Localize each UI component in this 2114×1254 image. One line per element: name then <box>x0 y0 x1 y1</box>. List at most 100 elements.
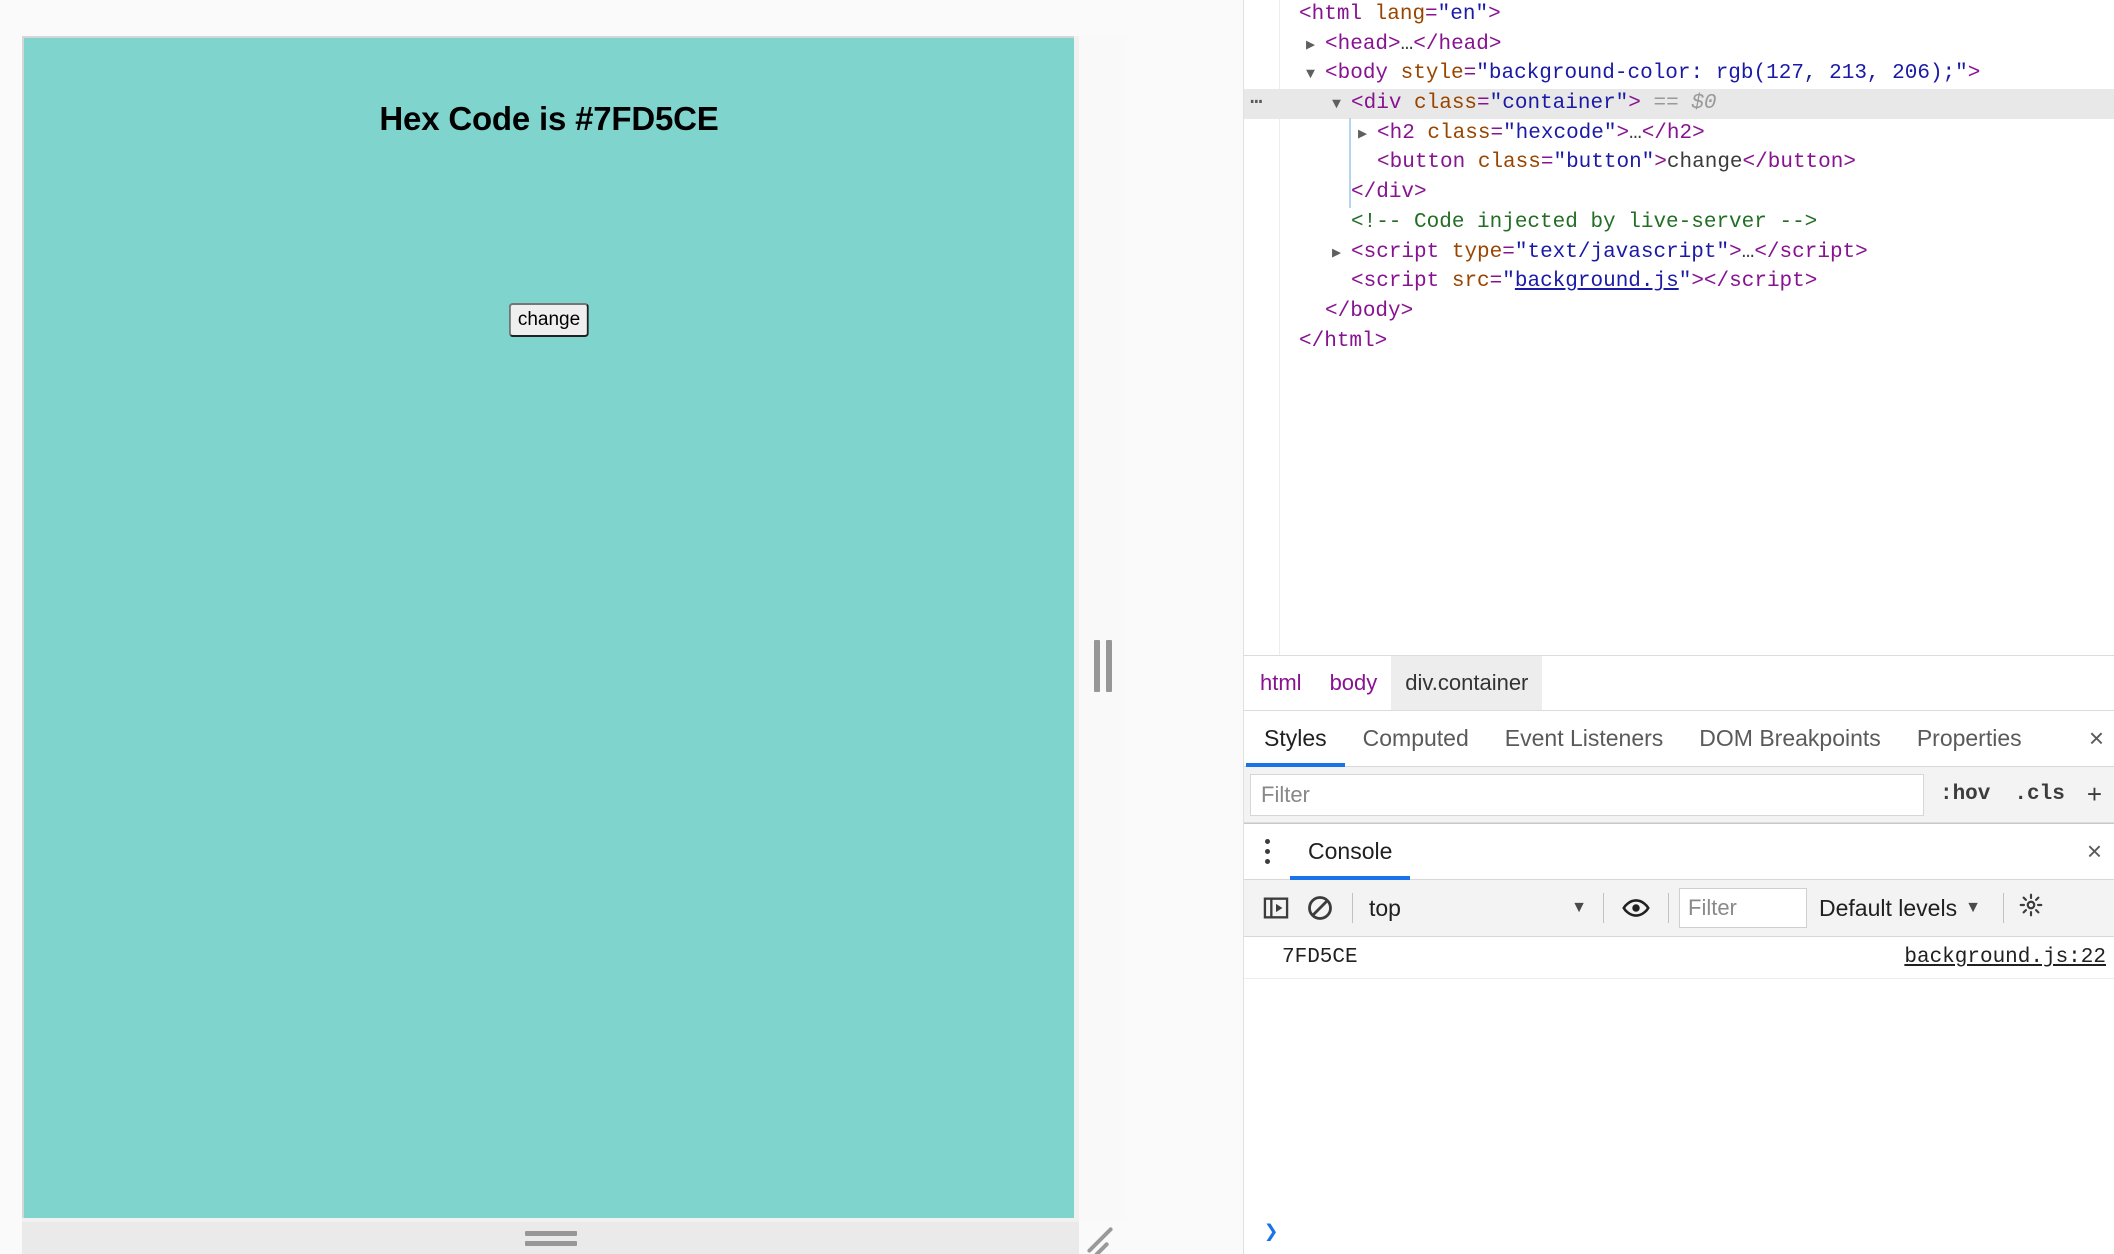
dom-token-tag: body <box>1350 299 1401 323</box>
twisty-collapsed-icon[interactable]: ▶ <box>1358 120 1377 150</box>
twisty-placeholder <box>1332 268 1351 298</box>
dom-token-attr: src <box>1439 270 1490 294</box>
dom-token-punc: </ <box>1351 181 1377 205</box>
twisty-collapsed-icon[interactable]: ▶ <box>1306 31 1325 61</box>
dom-token-punc: < <box>1377 121 1390 145</box>
hov-toggle-button[interactable]: :hov <box>1932 783 1998 806</box>
tab-event-listeners[interactable]: Event Listeners <box>1487 711 1682 766</box>
dom-token-tag: body <box>1337 62 1389 86</box>
sidebar-close-icon[interactable]: × <box>2079 711 2114 766</box>
dom-token-punc: > <box>1804 270 1818 294</box>
dom-token-tag: html <box>1324 329 1375 353</box>
dom-token-punc: = <box>1490 121 1504 145</box>
dom-token-punc: > <box>1616 121 1630 145</box>
dom-tree-row-html-open[interactable]: <html lang="en"> <box>1244 0 2114 30</box>
console-context-select[interactable]: top ▼ <box>1363 895 1593 922</box>
breadcrumb-item-html[interactable]: html <box>1246 656 1316 710</box>
console-message-source-link[interactable]: background.js:22 <box>1904 946 2106 969</box>
elements-dom-tree[interactable]: <html lang="en"> ▶ <head>…</head> ▼ <body st… <box>1244 0 2114 655</box>
twisty-placeholder <box>1280 328 1299 358</box>
dom-tree-row-comment[interactable]: <!-- Code injected by live-server --> <box>1244 208 2114 238</box>
dom-token-val: "text/javascript" <box>1514 240 1730 264</box>
dom-token-attr: class <box>1401 92 1478 116</box>
console-sidebar-icon[interactable] <box>1254 886 1298 930</box>
twisty-placeholder <box>1280 1 1299 31</box>
viewport-corner-resizer[interactable] <box>1079 1222 1127 1254</box>
console-message-list: 7FD5CE background.js:22 <box>1244 937 2114 1210</box>
dom-token-tag: script <box>1779 240 1856 264</box>
toolbar-separator <box>1668 893 1669 923</box>
dom-token-punc: < <box>1325 32 1338 56</box>
console-filter-input[interactable] <box>1679 888 1807 928</box>
dom-token-tag: button <box>1389 151 1466 175</box>
dom-token-val: "button" <box>1553 151 1655 175</box>
dom-token-punc: > <box>1654 151 1667 175</box>
dom-tree-row-button[interactable]: <button class="button">change</button> <box>1244 148 2114 178</box>
vertical-resizer-grip[interactable] <box>1094 640 1112 692</box>
tab-styles[interactable]: Styles <box>1246 711 1345 767</box>
tab-properties[interactable]: Properties <box>1899 711 2040 766</box>
eye-icon[interactable] <box>1614 886 1658 930</box>
dom-token-punc: > <box>1400 299 1414 323</box>
viewport-width-resizer[interactable] <box>1079 36 1127 1222</box>
dom-token-punc: </ <box>1754 240 1780 264</box>
dom-token-punc: > <box>1488 32 1502 56</box>
dom-token-tag: script <box>1729 270 1805 294</box>
twisty-expanded-icon[interactable]: ▼ <box>1332 90 1351 120</box>
page-content: Hex Code is #7FD5CE change <box>24 38 1074 1218</box>
gear-icon[interactable] <box>2014 892 2048 925</box>
toolbar-separator <box>1603 893 1604 923</box>
dom-token-punc: < <box>1377 151 1390 175</box>
dom-tree-row-h2-hexcode[interactable]: ▶ <h2 class="hexcode">…</h2> <box>1244 119 2114 149</box>
dom-token-tag: div <box>1363 92 1402 116</box>
clear-console-icon[interactable] <box>1298 886 1342 930</box>
dom-tree-row-body-close[interactable]: </body> <box>1244 297 2114 327</box>
dom-token-txt: … <box>1629 121 1642 145</box>
dom-token-val: "en" <box>1437 3 1489 26</box>
breadcrumb-item-body[interactable]: body <box>1316 656 1392 710</box>
dom-token-attr: class <box>1465 151 1541 175</box>
dom-tree-row-div-close[interactable]: </div> <box>1244 178 2114 208</box>
page-viewport-pane: Hex Code is #7FD5CE change <box>0 0 1243 1254</box>
dom-token-link[interactable]: background.js <box>1515 270 1679 293</box>
twisty-collapsed-icon[interactable]: ▶ <box>1332 239 1351 269</box>
breadcrumb-item-div-container[interactable]: div.container <box>1391 656 1543 710</box>
grip-bar <box>524 1231 577 1236</box>
dom-tree-row-script-inline[interactable]: ▶ <script type="text/javascript">…</scrip… <box>1244 238 2114 268</box>
dom-token-punc: > <box>1729 240 1742 264</box>
dom-token-punc: > <box>1692 121 1705 145</box>
twisty-expanded-icon[interactable]: ▼ <box>1306 60 1325 90</box>
drawer-tab-console[interactable]: Console <box>1290 824 1411 880</box>
console-levels-select[interactable]: Default levels ▼ <box>1807 895 1993 922</box>
dom-token-punc: </ <box>1299 329 1325 353</box>
cls-toggle-button[interactable]: .cls <box>2006 783 2072 806</box>
twisty-placeholder <box>1358 149 1377 179</box>
dom-token-txt: … <box>1741 240 1755 264</box>
drawer-close-icon[interactable]: × <box>2075 824 2114 879</box>
dom-tree-row-div-container[interactable]: ⋯ ▼ <div class="container"> == $0 <box>1244 89 2114 119</box>
dom-token-punc: = <box>1477 92 1490 116</box>
dom-token-punc: > <box>1388 32 1401 56</box>
tab-computed[interactable]: Computed <box>1345 711 1487 766</box>
twisty-placeholder <box>1332 209 1351 239</box>
dom-token-punc: > <box>1855 240 1868 264</box>
tab-dom-breakpoints[interactable]: DOM Breakpoints <box>1681 711 1899 766</box>
dom-token-punc: = <box>1425 3 1438 26</box>
more-tools-kebab-icon[interactable] <box>1244 824 1290 879</box>
dom-tree-row-script-src[interactable]: <script src="background.js"></script> <box>1244 267 2114 297</box>
rendered-page-frame: Hex Code is #7FD5CE change <box>22 36 1074 1218</box>
dom-row-overflow-icon[interactable]: ⋯ <box>1250 89 1264 119</box>
dom-token-val: "hexcode" <box>1503 121 1617 145</box>
console-prompt[interactable]: ❯ <box>1244 1210 2114 1254</box>
horizontal-resizer-grip[interactable] <box>524 1231 577 1251</box>
change-button[interactable]: change <box>508 303 590 337</box>
dom-tree-row-html-close[interactable]: </html> <box>1244 327 2114 357</box>
dom-tree-row-body[interactable]: ▼ <body style="background-color: rgb(127,… <box>1244 59 2114 89</box>
console-toolbar: top ▼ Default levels ▼ <box>1244 880 2114 937</box>
toolbar-separator <box>2002 893 2004 923</box>
new-style-rule-button[interactable]: + <box>2081 779 2108 810</box>
styles-filter-input[interactable] <box>1250 773 1924 816</box>
viewport-height-resizer[interactable] <box>22 1222 1079 1254</box>
dom-tree-row-head[interactable]: ▶ <head>…</head> <box>1244 30 2114 60</box>
dom-token-val: "background-color: rgb(127, 213, 206);" <box>1476 62 1968 86</box>
